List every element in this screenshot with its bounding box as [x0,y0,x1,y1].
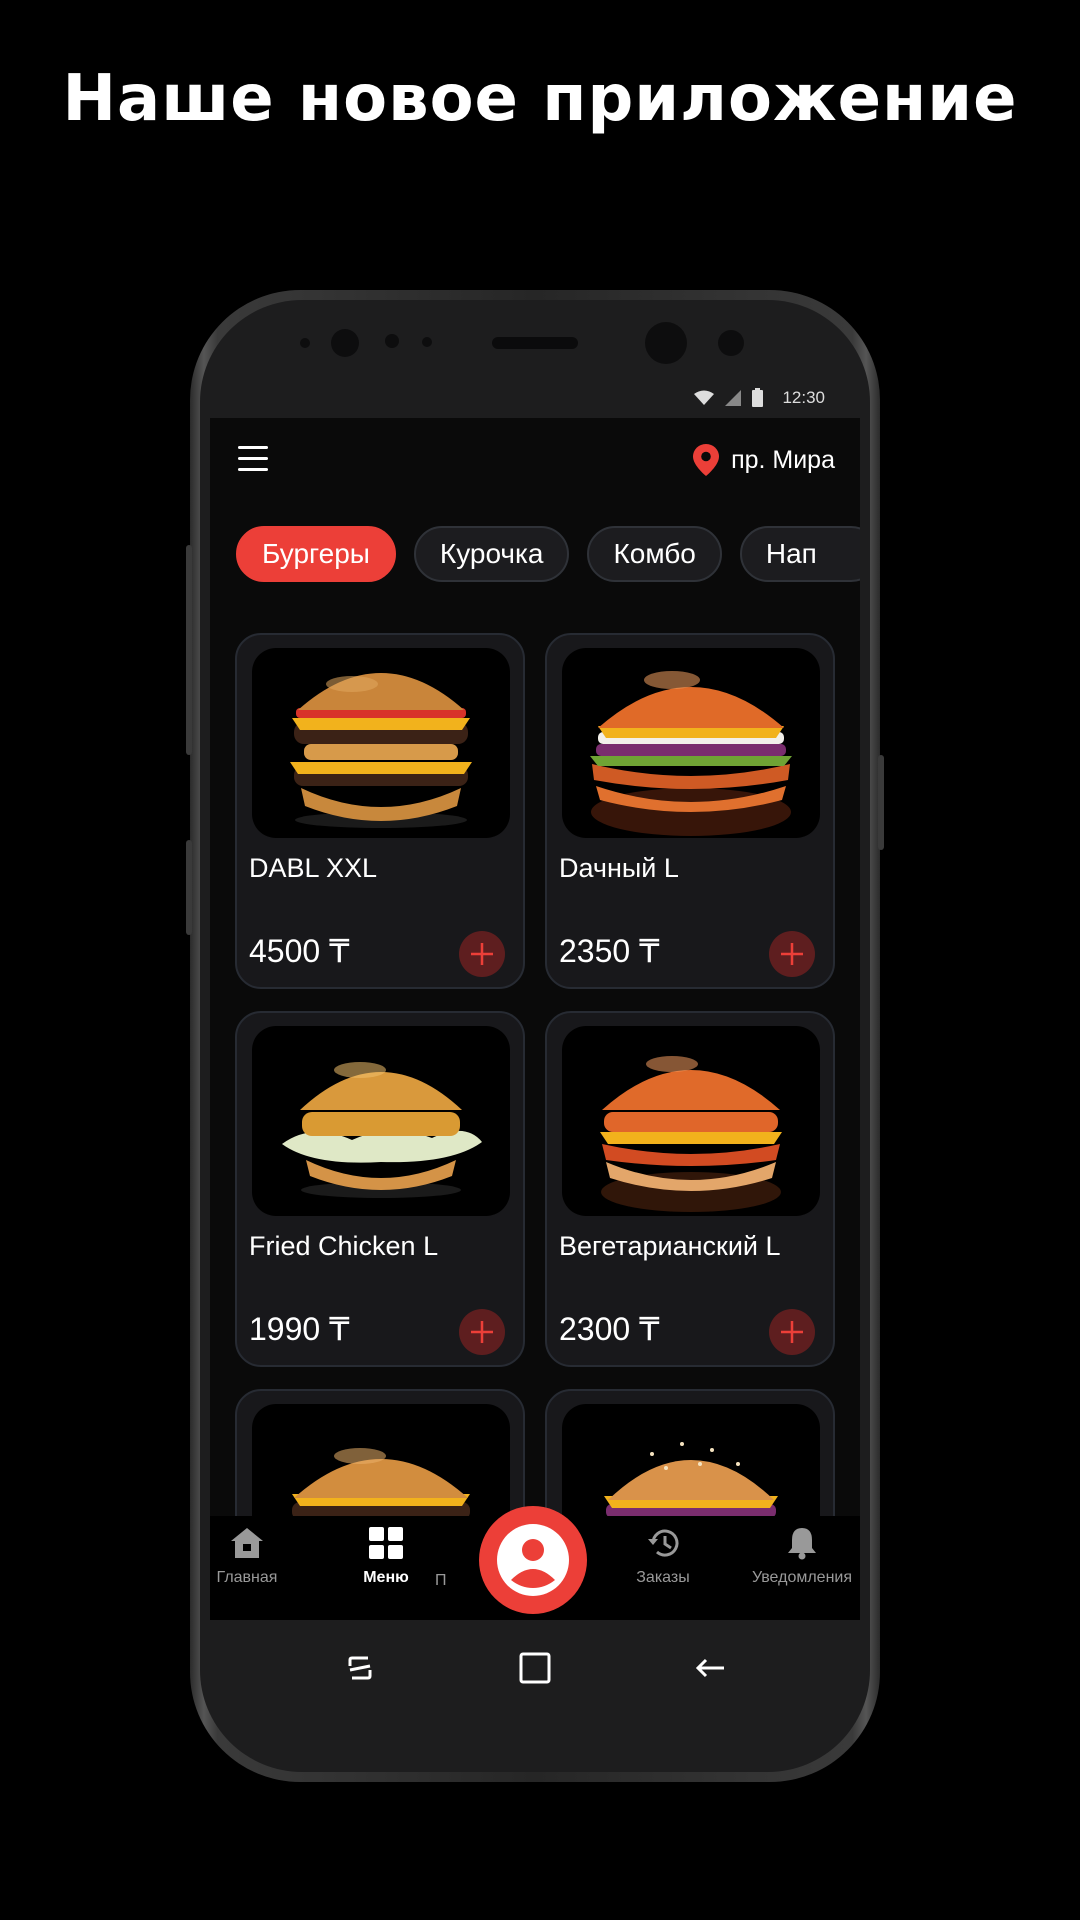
nav-item-notifications[interactable]: Уведомления [737,1526,860,1587]
product-name: Fried Chicken L [249,1231,439,1261]
plus-icon [471,1321,493,1343]
category-tab-chicken[interactable]: Курочка [413,526,570,582]
product-name: Dачный L [559,853,679,883]
system-navigation-bar [210,1620,860,1716]
app-screen: пр. Мира Бургеры Курочка Комбо Нап DABL … [210,418,860,1620]
product-price: 1990 ₸ [249,1311,350,1347]
phone-side-button [186,840,192,935]
bottom-navigation: Главная Меню П Заказы Уведомления [210,1506,860,1620]
hamburger-menu-icon[interactable] [238,446,268,472]
category-tab-combo[interactable]: Комбо [587,526,722,582]
nav-item-orders[interactable]: Заказы [598,1526,728,1587]
phone-speaker [492,337,578,349]
product-name: Вегетарианский L [559,1231,781,1261]
status-bar: 12:30 [210,378,860,416]
add-to-cart-button[interactable] [769,1309,815,1355]
product-name: DABL XXL [249,853,378,883]
product-card[interactable]: Dачный L 2350 ₸ [545,633,835,989]
add-to-cart-button[interactable] [459,931,505,977]
home-system-button[interactable] [511,1644,559,1692]
burger-image [562,1026,820,1216]
add-to-cart-button[interactable] [459,1309,505,1355]
nav-label-menu: Меню [363,1569,409,1586]
nav-label-notifications: Уведомления [751,1569,853,1586]
burger-image [252,648,510,838]
plus-icon [471,943,493,965]
phone-sensor [300,338,310,348]
square-home-icon [519,1652,551,1684]
plus-icon [781,1321,803,1343]
home-icon [231,1528,263,1558]
category-tab-drinks[interactable]: Нап [739,526,860,582]
add-to-cart-button[interactable] [769,931,815,977]
plus-icon [781,943,803,965]
location-label: пр. Мира [731,445,835,474]
nav-item-menu[interactable]: Меню [321,1526,451,1587]
phone-sensor [385,334,399,348]
recent-apps-icon [348,1656,372,1680]
promo-headline: Наше новое приложение [62,62,1018,136]
category-tab-burgers[interactable]: Бургеры [236,526,396,582]
product-card[interactable]: Вегетарианский L 2300 ₸ [545,1011,835,1367]
phone-front-camera [331,329,359,357]
phone-side-button [186,545,192,755]
nav-item-home[interactable]: Главная [210,1526,312,1587]
nav-label-orders: Заказы [636,1569,690,1586]
burger-image [252,1026,510,1216]
phone-iris-camera [645,322,687,364]
bell-icon [788,1528,816,1560]
recent-apps-button[interactable] [336,1644,384,1692]
product-price: 2300 ₸ [559,1311,660,1347]
back-arrow-icon [695,1658,724,1678]
category-tabs: Бургеры Курочка Комбо Нап [236,526,860,582]
battery-icon [752,388,763,407]
nav-label-home: Главная [216,1569,278,1586]
profile-button[interactable] [479,1506,587,1614]
phone-side-button [878,755,884,850]
product-price: 4500 ₸ [249,933,350,969]
location-pin-icon [693,444,720,476]
signal-icon [725,390,741,406]
user-icon [497,1524,569,1596]
product-card[interactable]: DABL XXL 4500 ₸ [235,633,525,989]
burger-image [562,648,820,838]
wifi-icon [694,390,714,405]
product-card[interactable]: Fried Chicken L 1990 ₸ [235,1011,525,1367]
grid-menu-icon [369,1527,403,1559]
location-selector[interactable]: пр. Мира [693,440,835,480]
back-system-button[interactable] [686,1644,734,1692]
phone-sensor [422,337,432,347]
phone-sensor [718,330,744,356]
status-time: 12:30 [782,388,825,407]
history-icon [648,1529,679,1557]
product-price: 2350 ₸ [559,933,660,969]
